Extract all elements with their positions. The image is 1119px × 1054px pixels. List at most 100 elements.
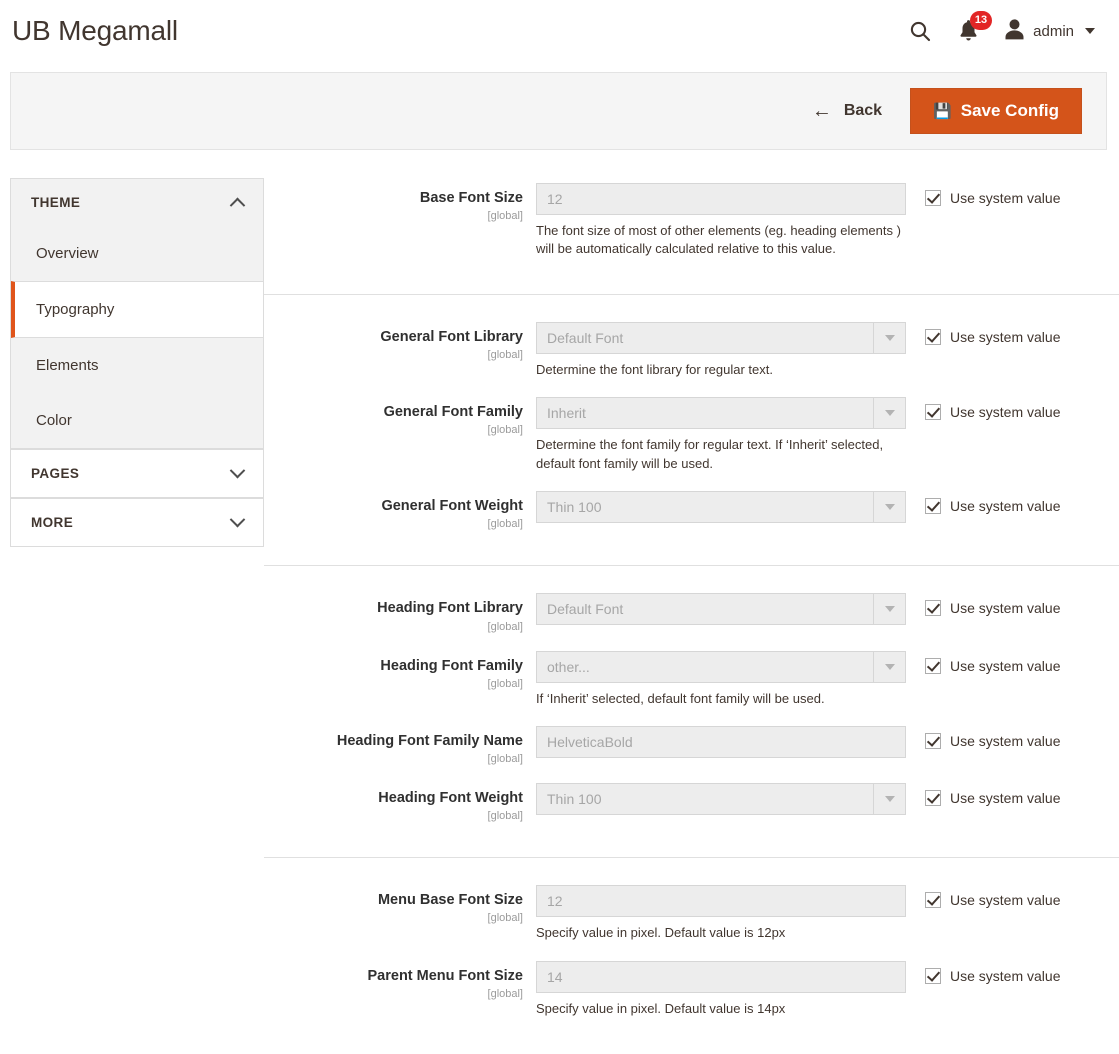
field-label: General Font Family	[383, 404, 523, 421]
use-system-value-checkbox[interactable]	[925, 190, 941, 206]
search-icon[interactable]	[908, 19, 932, 43]
use-system-value-label: Use system value	[950, 190, 1061, 206]
field-control-wrap: 12 The font size of most of other elemen…	[536, 183, 906, 259]
use-system-value-wrap: Use system value	[906, 651, 1060, 674]
field-note: Specify value in pixel. Default value is…	[536, 925, 786, 941]
user-menu[interactable]: admin	[1005, 18, 1095, 44]
field-base-font-size: Base Font Size [global] 12 The font size…	[264, 174, 1119, 268]
sidebar-section-more[interactable]: MORE	[10, 498, 264, 547]
field-label-wrap: Parent Menu Font Size [global]	[264, 961, 536, 1000]
sidebar-item-label: Elements	[36, 357, 99, 374]
notifications-bell-icon[interactable]: 13	[958, 10, 993, 43]
sidebar-item-label: Color	[36, 412, 72, 429]
sidebar-section-pages[interactable]: PAGES	[10, 449, 264, 498]
field-label-wrap: General Font Library [global]	[264, 322, 536, 361]
fieldset-base-font: Base Font Size [global] 12 The font size…	[264, 158, 1119, 295]
field-heading-font-weight: Heading Font Weight [global] Thin 100 Us…	[264, 774, 1119, 831]
user-avatar-icon	[1005, 18, 1024, 44]
menu-base-font-size-input[interactable]: 12	[536, 885, 906, 918]
input-value: 12	[547, 191, 563, 207]
use-system-value-label: Use system value	[950, 967, 1061, 984]
sidebar-section-pages-label: PAGES	[31, 466, 80, 481]
field-general-font-weight: General Font Weight [global] Thin 100 Us…	[264, 482, 1119, 539]
field-scope: [global]	[487, 753, 523, 766]
field-scope: [global]	[487, 912, 523, 925]
field-label: Heading Font Family Name	[336, 732, 523, 749]
general-font-weight-select[interactable]: Thin 100	[536, 491, 906, 524]
field-label-wrap: General Font Weight [global]	[264, 491, 536, 530]
arrow-left-icon: ←	[811, 100, 832, 122]
chevron-down-icon	[873, 594, 905, 625]
use-system-value-checkbox[interactable]	[925, 328, 941, 345]
field-label-wrap: Heading Font Family [global]	[264, 651, 536, 690]
field-label: Heading Font Weight	[378, 790, 523, 807]
header-actions: 13 admin	[908, 10, 1095, 44]
input-value: 12	[547, 893, 563, 910]
heading-font-family-name-input[interactable]: HelveticaBold	[536, 725, 906, 758]
config-sidebar: THEME Overview Typography Elements Color…	[10, 178, 264, 547]
field-control-wrap: other... If ‘Inherit’ selected, default …	[536, 650, 906, 708]
field-scope: [global]	[487, 987, 523, 1000]
field-menu-base-font-size: Menu Base Font Size [global] 12 Specify …	[264, 876, 1119, 951]
use-system-value-wrap: Use system value	[906, 491, 1061, 515]
field-label-wrap: Base Font Size [global]	[264, 183, 536, 222]
field-control-wrap: 14 Specify value in pixel. Default value…	[536, 960, 906, 1018]
use-system-value-wrap: Use system value	[906, 783, 1060, 807]
chevron-down-icon	[229, 462, 246, 479]
use-system-value-wrap: Use system value	[906, 397, 1060, 421]
sidebar-item-elements[interactable]: Elements	[11, 338, 263, 393]
general-font-library-select[interactable]: Default Font	[536, 321, 906, 354]
field-control-wrap: Inherit Determine the font family for re…	[536, 397, 906, 473]
sidebar-section-more-label: MORE	[31, 515, 74, 530]
base-font-size-input[interactable]: 12	[536, 183, 906, 215]
sidebar-item-overview[interactable]: Overview	[11, 226, 263, 281]
select-value: Thin 100	[547, 499, 602, 516]
use-system-value-label: Use system value	[950, 328, 1061, 345]
field-control-wrap: Thin 100	[536, 491, 906, 524]
use-system-value-label: Use system value	[950, 732, 1061, 749]
page-title: UB Megamall	[12, 15, 178, 46]
heading-font-library-select[interactable]: Default Font	[536, 593, 906, 626]
field-control-wrap: Default Font	[536, 593, 906, 626]
field-note: Specify value in pixel. Default value is…	[536, 1000, 786, 1016]
use-system-value-label: Use system value	[950, 657, 1061, 674]
field-label-wrap: Menu Base Font Size [global]	[264, 885, 536, 924]
use-system-value-checkbox[interactable]	[925, 967, 941, 984]
back-button-label: Back	[843, 102, 883, 119]
field-control-wrap: HelveticaBold	[536, 725, 906, 758]
sidebar-item-color[interactable]: Color	[11, 393, 263, 448]
save-config-label: Save Config	[960, 101, 1059, 120]
field-label-wrap: Heading Font Family Name [global]	[264, 726, 536, 765]
select-value: Default Font	[547, 329, 624, 346]
field-note: If ‘Inherit’ selected, default font fami…	[536, 690, 825, 706]
chevron-up-icon	[229, 197, 246, 214]
fieldset-heading-font: Heading Font Library [global] Default Fo…	[264, 566, 1119, 859]
page-body: THEME Overview Typography Elements Color…	[0, 150, 1119, 1053]
use-system-value-checkbox[interactable]	[925, 892, 941, 909]
field-label-wrap: General Font Family [global]	[264, 397, 536, 436]
use-system-value-checkbox[interactable]	[925, 657, 941, 674]
use-system-value-checkbox[interactable]	[925, 732, 941, 749]
sidebar-item-label: Typography	[36, 301, 115, 318]
field-general-font-family: General Font Family [global] Inherit Det…	[264, 388, 1119, 482]
parent-menu-font-size-input[interactable]: 14	[536, 960, 906, 993]
sidebar-section-theme[interactable]: THEME	[10, 178, 264, 226]
save-config-button[interactable]: 💾 Save Config	[910, 88, 1082, 134]
chevron-down-icon	[873, 398, 905, 429]
use-system-value-checkbox[interactable]	[925, 404, 941, 421]
sidebar-section-theme-label: THEME	[31, 195, 81, 210]
heading-font-family-select[interactable]: other...	[536, 650, 906, 683]
field-heading-font-library: Heading Font Library [global] Default Fo…	[264, 584, 1119, 641]
field-note: The font size of most of other elements …	[536, 223, 901, 257]
use-system-value-label: Use system value	[950, 892, 1061, 909]
back-button[interactable]: ← Back	[812, 101, 882, 121]
general-font-family-select[interactable]: Inherit	[536, 397, 906, 430]
field-label-wrap: Heading Font Library [global]	[264, 593, 536, 632]
use-system-value-checkbox[interactable]	[925, 790, 941, 807]
input-value: 14	[547, 968, 563, 985]
use-system-value-label: Use system value	[950, 498, 1061, 515]
use-system-value-checkbox[interactable]	[925, 600, 941, 617]
use-system-value-checkbox[interactable]	[925, 498, 941, 515]
sidebar-item-typography[interactable]: Typography	[11, 281, 263, 338]
heading-font-weight-select[interactable]: Thin 100	[536, 783, 906, 816]
